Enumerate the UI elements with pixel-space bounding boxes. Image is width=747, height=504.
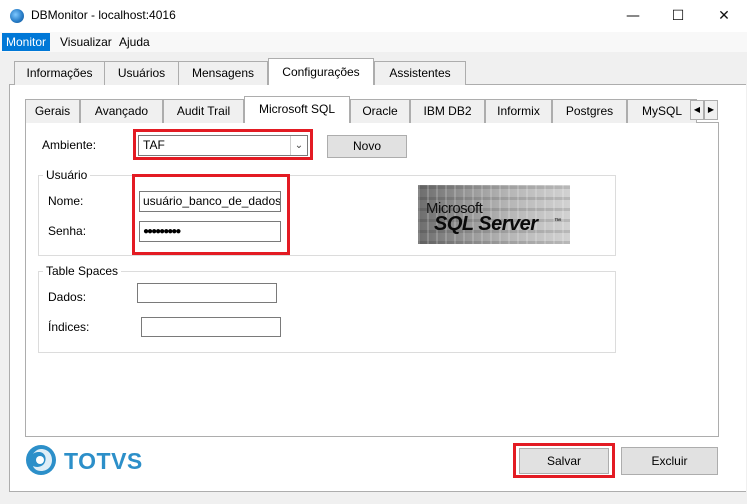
dados-label: Dados: (48, 290, 87, 304)
usuario-group-title: Usuário (43, 168, 91, 182)
tab-oracle[interactable]: Oracle (350, 99, 410, 123)
senha-label: Senha: (48, 224, 87, 238)
usuario-highlight (132, 174, 290, 255)
logo-trademark: ™ (554, 218, 561, 225)
tab-informacoes[interactable]: Informações (14, 61, 105, 85)
table-spaces-group-title: Table Spaces (43, 264, 122, 278)
tab-postgres[interactable]: Postgres (552, 99, 627, 123)
totvs-logo-icon (26, 445, 56, 475)
close-button[interactable]: ✕ (701, 0, 747, 32)
tab-configuracoes[interactable]: Configurações (268, 58, 374, 85)
app-icon (10, 9, 24, 23)
novo-button[interactable]: Novo (327, 135, 407, 158)
tab-ibm-db2[interactable]: IBM DB2 (410, 99, 485, 123)
tab-assistentes[interactable]: Assistentes (374, 61, 466, 85)
maximize-button[interactable]: ☐ (655, 0, 701, 32)
tab-microsoft-sql[interactable]: Microsoft SQL (244, 96, 350, 123)
tab-mysql[interactable]: MySQL (627, 99, 697, 123)
tab-informix[interactable]: Informix (485, 99, 552, 123)
salvar-button[interactable]: Salvar (519, 448, 609, 474)
nome-input[interactable]: usuário_banco_de_dados (139, 191, 281, 212)
indices-label: Índices: (48, 320, 90, 334)
dados-input[interactable] (137, 283, 277, 303)
indices-input[interactable] (141, 317, 281, 337)
excluir-button[interactable]: Excluir (621, 447, 718, 475)
menu-visualizar[interactable]: Visualizar (56, 33, 116, 51)
tab-scroll-left-icon[interactable]: ◀ (690, 100, 704, 120)
chevron-down-icon[interactable]: ⌄ (290, 136, 307, 155)
senha-input[interactable]: ●●●●●●●●● (139, 221, 281, 242)
tab-gerais[interactable]: Gerais (25, 99, 80, 123)
tab-usuarios[interactable]: Usuários (104, 61, 179, 85)
logo-text-sql-server: SQL Server (434, 213, 538, 235)
menu-monitor[interactable]: Monitor (2, 33, 51, 51)
nome-label: Nome: (48, 194, 84, 208)
tab-mensagens[interactable]: Mensagens (178, 61, 268, 85)
totvs-brand-text: TOTVS (64, 448, 143, 474)
minimize-button[interactable]: — (610, 0, 656, 32)
tab-scroll-right-icon[interactable]: ▶ (704, 100, 718, 120)
tab-avancado[interactable]: Avançado (80, 99, 163, 123)
window-title: DBMonitor - localhost:4016 (31, 8, 176, 22)
menu-ajuda[interactable]: Ajuda (115, 33, 154, 51)
sql-server-logo: Microsoft SQL Server ™ (418, 185, 570, 244)
table-spaces-group (38, 271, 616, 353)
ambiente-select[interactable]: TAF ⌄ (138, 135, 308, 156)
ambiente-selected-value: TAF (143, 138, 165, 152)
ambiente-label: Ambiente: (42, 138, 97, 152)
tab-audit-trail[interactable]: Audit Trail (163, 99, 244, 123)
